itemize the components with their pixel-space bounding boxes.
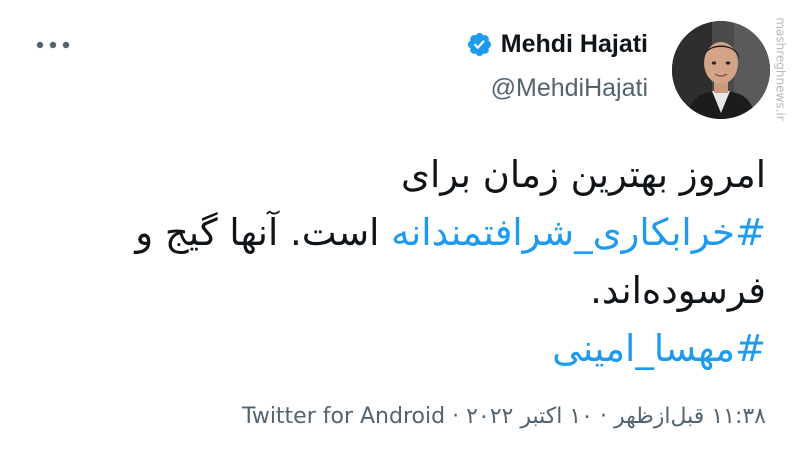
more-options-button[interactable]: [28, 30, 78, 60]
tweet-date[interactable]: ۱۰ اکتبر ۲۰۲۲: [466, 404, 593, 429]
author-display-name: Mehdi Hajati: [500, 30, 648, 58]
tweet-line-2: #خرابکاری_شرافتمندانه است. آنها گیج و: [26, 204, 766, 262]
watermark: mashreghnews.ir: [764, 4, 798, 134]
tweet-line-1: امروز بهترین زمان برای: [400, 153, 766, 196]
hashtag-link[interactable]: #خرابکاری_شرافتمندانه: [391, 211, 766, 254]
avatar[interactable]: [672, 21, 770, 119]
tweet-time[interactable]: ۱۱:۳۸ قبل‌ازظهر: [614, 404, 766, 429]
tweet-line-3: فرسوده‌اند.: [590, 269, 766, 312]
meta-separator: ·: [452, 404, 460, 429]
verified-badge-icon: [467, 32, 491, 57]
tweet-source-link[interactable]: Twitter for Android: [242, 404, 445, 429]
more-options-icon: [36, 41, 70, 49]
author-handle[interactable]: @MehdiHajati: [491, 74, 648, 103]
watermark-text: mashreghnews.ir: [774, 17, 788, 121]
profile-photo: [672, 21, 770, 119]
author-name-link[interactable]: Mehdi Hajati: [466, 30, 648, 59]
tweet-line-4: #مهسا_امینی: [26, 320, 766, 378]
tweet-text: امروز بهترین زمان برای #خرابکاری_شرافتمن…: [26, 146, 766, 378]
meta-separator: ·: [599, 404, 607, 429]
tweet-line-2-text: است. آنها گیج و: [135, 211, 392, 254]
tweet-metadata: ۱۱:۳۸ قبل‌ازظهر · ۱۰ اکتبر ۲۰۲۲ · Twitte…: [242, 404, 766, 429]
hashtag-link[interactable]: #مهسا_امینی: [552, 327, 766, 370]
